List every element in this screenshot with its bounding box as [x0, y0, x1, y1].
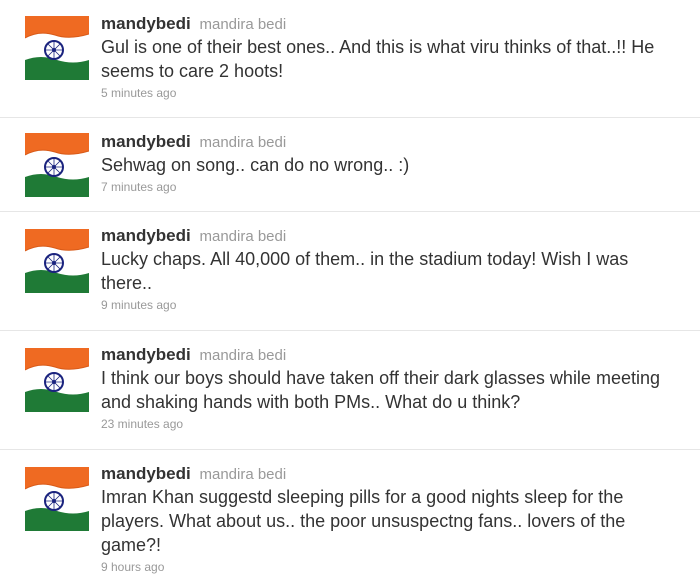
tweet-item: mandybedi mandira bedi Lucky chaps. All … — [0, 212, 700, 331]
screen-name-link[interactable]: mandybedi — [101, 226, 191, 245]
tweet-body: mandybedi mandira bedi Sehwag on song.. … — [101, 132, 680, 196]
screen-name-link[interactable]: mandybedi — [101, 14, 191, 33]
tweet-text: Sehwag on song.. can do no wrong.. :) — [101, 155, 410, 175]
timestamp-link[interactable]: 9 hours ago — [101, 558, 680, 576]
avatar[interactable] — [25, 133, 89, 197]
avatar[interactable] — [25, 16, 89, 80]
india-flag-icon — [25, 467, 89, 531]
screen-name-link[interactable]: mandybedi — [101, 345, 191, 364]
tweet-text: Gul is one of their best ones.. And this… — [101, 37, 655, 81]
tweet-item: mandybedi mandira bedi I think our boys … — [0, 331, 700, 450]
full-name: mandira bedi — [199, 347, 287, 364]
timestamp-link[interactable]: 7 minutes ago — [101, 178, 680, 196]
screen-name-link[interactable]: mandybedi — [101, 464, 191, 483]
timestamp-link[interactable]: 23 minutes ago — [101, 415, 680, 433]
tweet-header: mandybedi mandira bedi — [101, 226, 680, 247]
full-name: mandira bedi — [199, 466, 287, 483]
tweet-body: mandybedi mandira bedi Imran Khan sugges… — [101, 464, 680, 576]
tweet-text: Imran Khan suggestd sleeping pills for a… — [101, 487, 626, 555]
india-flag-icon — [25, 348, 89, 412]
screen-name-link[interactable]: mandybedi — [101, 132, 191, 151]
avatar[interactable] — [25, 467, 89, 531]
full-name: mandira bedi — [199, 134, 287, 151]
tweet-header: mandybedi mandira bedi — [101, 345, 680, 366]
india-flag-icon — [25, 133, 89, 197]
tweet-header: mandybedi mandira bedi — [101, 132, 680, 153]
tweet-text: I think our boys should have taken off t… — [101, 368, 660, 412]
full-name: mandira bedi — [199, 16, 287, 33]
tweet-header: mandybedi mandira bedi — [101, 14, 680, 35]
tweet-text: Lucky chaps. All 40,000 of them.. in the… — [101, 249, 629, 293]
india-flag-icon — [25, 229, 89, 293]
tweet-header: mandybedi mandira bedi — [101, 464, 680, 485]
tweet-item: mandybedi mandira bedi Gul is one of the… — [0, 0, 700, 118]
tweet-item: mandybedi mandira bedi Imran Khan sugges… — [0, 450, 700, 586]
tweet-item: mandybedi mandira bedi Sehwag on song.. … — [0, 118, 700, 212]
india-flag-icon — [25, 16, 89, 80]
avatar[interactable] — [25, 229, 89, 293]
timestamp-link[interactable]: 5 minutes ago — [101, 84, 680, 102]
tweet-body: mandybedi mandira bedi Gul is one of the… — [101, 14, 680, 102]
tweet-body: mandybedi mandira bedi Lucky chaps. All … — [101, 226, 680, 314]
tweet-feed: mandybedi mandira bedi Gul is one of the… — [0, 0, 700, 586]
timestamp-link[interactable]: 9 minutes ago — [101, 296, 680, 314]
tweet-body: mandybedi mandira bedi I think our boys … — [101, 345, 680, 433]
avatar[interactable] — [25, 348, 89, 412]
full-name: mandira bedi — [199, 228, 287, 245]
